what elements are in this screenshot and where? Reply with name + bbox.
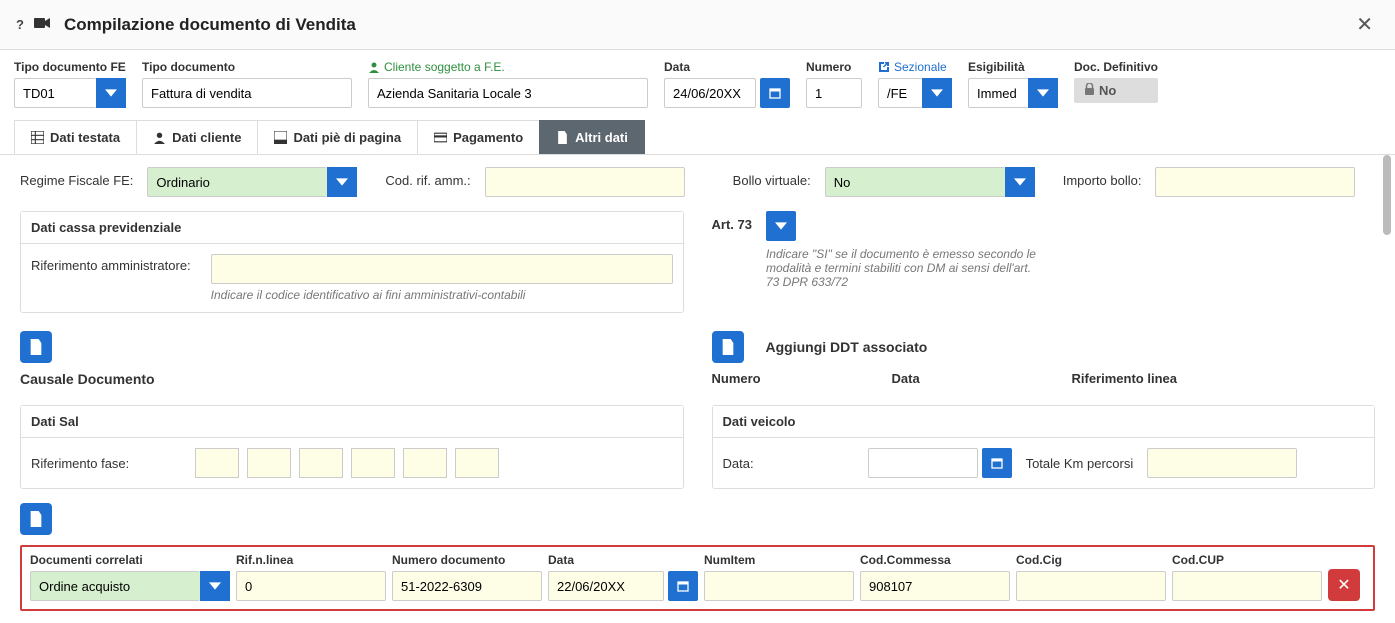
corr-h-rif: Rif.n.linea xyxy=(236,553,386,567)
scrollbar[interactable] xyxy=(1381,155,1393,623)
km-label: Totale Km percorsi xyxy=(1026,456,1134,471)
panel-dati-sal: Dati Sal Riferimento fase: xyxy=(20,405,684,489)
ddt-title: Aggiungi DDT associato xyxy=(766,339,928,355)
rif-fase-input-1[interactable] xyxy=(195,448,239,478)
corr-h-cup: Cod.CUP xyxy=(1172,553,1322,567)
esigibilita-dropdown[interactable] xyxy=(1028,78,1058,108)
corr-h-numdoc: Numero documento xyxy=(392,553,542,567)
importo-bollo-input[interactable] xyxy=(1155,167,1355,197)
panel-cassa-previdenziale: Dati cassa previdenziale Riferimento amm… xyxy=(20,211,684,313)
rif-fase-input-2[interactable] xyxy=(247,448,291,478)
modal-title: Compilazione documento di Vendita xyxy=(64,15,1350,35)
tab-pie-pagina[interactable]: Dati piè di pagina xyxy=(257,120,418,154)
corr-h-type: Documenti correlati xyxy=(30,553,230,567)
importo-bollo-label: Importo bollo: xyxy=(1063,167,1142,188)
cod-rif-amm-label: Cod. rif. amm.: xyxy=(385,167,470,188)
tipo-doc-fe-input[interactable] xyxy=(14,78,96,108)
tab-altri-dati[interactable]: Altri dati xyxy=(539,120,645,154)
close-icon[interactable]: ✕ xyxy=(1350,12,1379,37)
bollo-virtuale-label: Bollo virtuale: xyxy=(733,167,811,188)
doc-def-badge: No xyxy=(1074,78,1158,103)
corr-data-input[interactable] xyxy=(548,571,664,601)
bollo-virtuale-input[interactable] xyxy=(825,167,1005,197)
tipo-doc-fe-dropdown[interactable] xyxy=(96,78,126,108)
sezionale-input[interactable] xyxy=(878,78,922,108)
data-label: Data xyxy=(664,60,790,74)
ddt-h-riflinea: Riferimento linea xyxy=(1072,371,1177,386)
tab-dati-cliente[interactable]: Dati cliente xyxy=(136,120,258,154)
corr-numdoc-input[interactable] xyxy=(392,571,542,601)
numero-label: Numero xyxy=(806,60,862,74)
corr-type-dropdown[interactable] xyxy=(200,571,230,601)
corr-h-numitem: NumItem xyxy=(704,553,854,567)
corr-rif-input[interactable] xyxy=(236,571,386,601)
regime-label: Regime Fiscale FE: xyxy=(20,167,133,188)
cliente-input[interactable] xyxy=(368,78,648,108)
add-correlato-button[interactable] xyxy=(20,503,52,535)
documenti-correlati-section: Documenti correlati Rif.n.linea Numero d… xyxy=(20,545,1375,611)
rif-fase-label: Riferimento fase: xyxy=(31,456,129,471)
add-ddt-button[interactable] xyxy=(712,331,744,363)
rif-amm-label: Riferimento amministratore: xyxy=(31,254,191,273)
doc-def-label: Doc. Definitivo xyxy=(1074,60,1158,74)
modal-header: ? Compilazione documento di Vendita ✕ xyxy=(0,0,1395,50)
corr-h-data: Data xyxy=(548,553,698,567)
data-input[interactable] xyxy=(664,78,756,108)
corr-cig-input[interactable] xyxy=(1016,571,1166,601)
tipo-doc-label: Tipo documento xyxy=(142,60,352,74)
sezionale-label[interactable]: Sezionale xyxy=(878,60,952,74)
tab-body-altri-dati: Regime Fiscale FE: Cod. rif. amm.: Bollo… xyxy=(0,155,1395,623)
sezionale-dropdown[interactable] xyxy=(922,78,952,108)
ddt-h-data: Data xyxy=(892,371,1072,386)
tabs: Dati testata Dati cliente Dati piè di pa… xyxy=(0,120,1395,155)
tipo-doc-input[interactable] xyxy=(142,78,352,108)
cliente-fe-label: Cliente soggetto a F.E. xyxy=(368,60,648,74)
corr-numitem-input[interactable] xyxy=(704,571,854,601)
veicolo-data-label: Data: xyxy=(723,456,754,471)
header-form: Tipo documento FE Tipo documento Cliente… xyxy=(0,50,1395,116)
km-input[interactable] xyxy=(1147,448,1297,478)
camera-icon[interactable] xyxy=(34,17,50,32)
rif-fase-input-6[interactable] xyxy=(455,448,499,478)
rif-fase-input-3[interactable] xyxy=(299,448,343,478)
corr-h-comm: Cod.Commessa xyxy=(860,553,1010,567)
bollo-virtuale-dropdown[interactable] xyxy=(1005,167,1035,197)
rif-amm-input[interactable] xyxy=(211,254,673,284)
tipo-doc-fe-label: Tipo documento FE xyxy=(14,60,126,74)
veicolo-data-input[interactable] xyxy=(868,448,978,478)
rif-amm-hint: Indicare il codice identificativo ai fin… xyxy=(211,288,673,302)
art73-dropdown[interactable] xyxy=(766,211,796,241)
corr-data-picker[interactable] xyxy=(668,571,698,601)
regime-input[interactable] xyxy=(147,167,327,197)
corr-h-cig: Cod.Cig xyxy=(1016,553,1166,567)
esigibilita-input[interactable] xyxy=(968,78,1028,108)
panel-sal-header: Dati Sal xyxy=(21,406,683,438)
corr-comm-input[interactable] xyxy=(860,571,1010,601)
corr-type-input[interactable] xyxy=(30,571,200,601)
regime-dropdown[interactable] xyxy=(327,167,357,197)
panel-cassa-header: Dati cassa previdenziale xyxy=(21,212,683,244)
ddt-h-numero: Numero xyxy=(712,371,892,386)
numero-input[interactable] xyxy=(806,78,862,108)
esigibilita-label: Esigibilità xyxy=(968,60,1058,74)
data-picker-button[interactable] xyxy=(760,78,790,108)
corr-cup-input[interactable] xyxy=(1172,571,1322,601)
rif-fase-input-5[interactable] xyxy=(403,448,447,478)
art73-label: Art. 73 xyxy=(712,211,752,232)
lock-icon xyxy=(1084,83,1095,98)
tab-pagamento[interactable]: Pagamento xyxy=(417,120,540,154)
cod-rif-amm-input[interactable] xyxy=(485,167,685,197)
panel-dati-veicolo: Dati veicolo Data: Totale Km percorsi xyxy=(712,405,1376,489)
help-icon[interactable]: ? xyxy=(16,17,24,32)
veicolo-data-picker[interactable] xyxy=(982,448,1012,478)
corr-delete-button[interactable]: ✕ xyxy=(1328,569,1360,601)
tab-dati-testata[interactable]: Dati testata xyxy=(14,120,137,154)
panel-veicolo-header: Dati veicolo xyxy=(713,406,1375,438)
art73-hint: Indicare "SI" se il documento è emesso s… xyxy=(766,247,1046,289)
causale-title: Causale Documento xyxy=(20,371,684,387)
rif-fase-input-4[interactable] xyxy=(351,448,395,478)
add-causale-button[interactable] xyxy=(20,331,52,363)
